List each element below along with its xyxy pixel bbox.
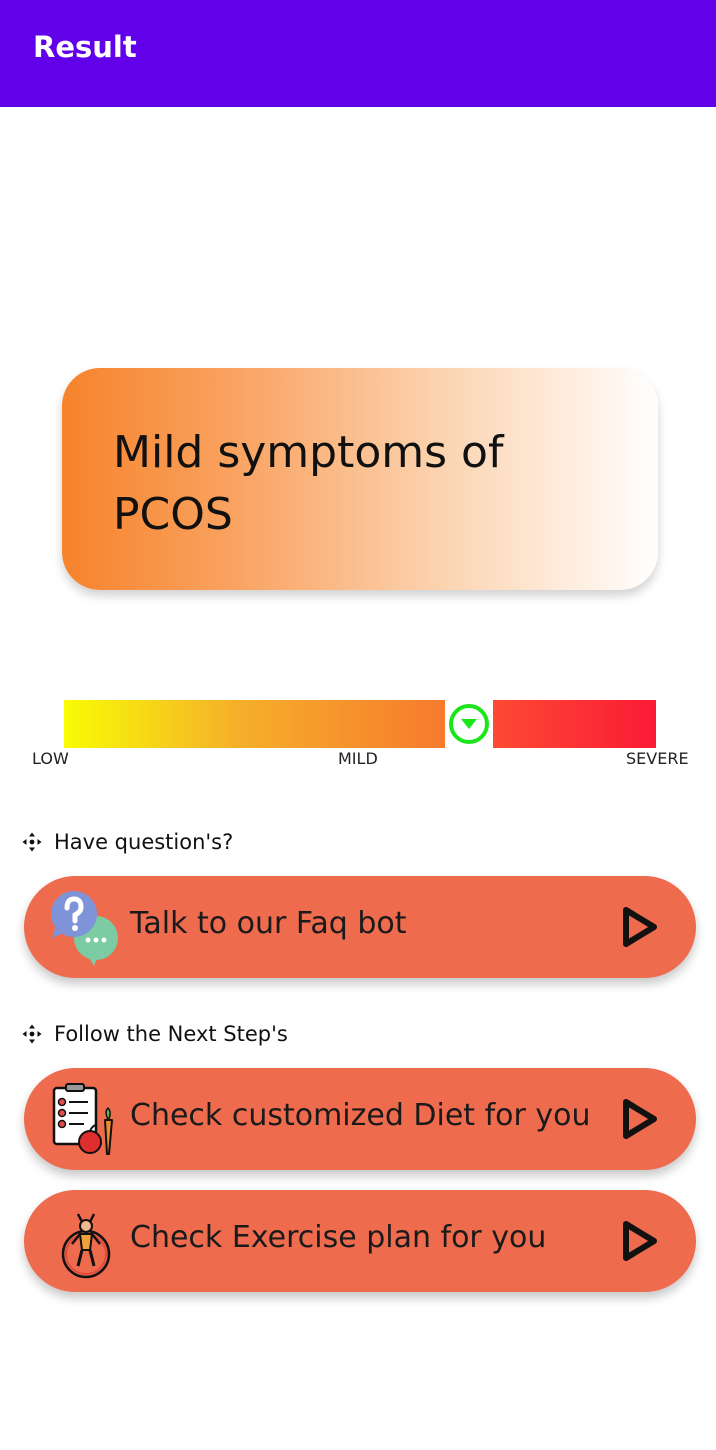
exercise-plan-label: Check Exercise plan for you	[130, 1220, 547, 1255]
move-arrows-icon	[22, 832, 42, 852]
questions-heading: Have question's?	[22, 828, 233, 856]
result-text: Mild symptoms of PCOS	[113, 427, 504, 540]
next-steps-heading-text: Follow the Next Step's	[54, 1022, 288, 1046]
faq-chat-icon	[51, 891, 118, 966]
result-card: Mild symptoms of PCOS	[62, 368, 658, 590]
diet-plan-button[interactable]: Check customized Diet for you	[24, 1068, 696, 1170]
severity-bar-low-mild	[64, 700, 445, 748]
page-title: Result	[33, 30, 137, 64]
play-icon	[623, 907, 657, 947]
app-bar: Result	[0, 0, 716, 107]
next-steps-heading: Follow the Next Step's	[22, 1020, 288, 1048]
play-icon	[623, 1099, 657, 1139]
severity-label-mild: MILD	[338, 749, 378, 768]
severity-label-low: LOW	[32, 749, 69, 768]
chevron-down-circle-icon	[449, 704, 489, 744]
result-screen: Result Mild symptoms of PCOS LOW MILD SE…	[0, 0, 716, 1450]
faq-bot-button[interactable]: Talk to our Faq bot	[24, 876, 696, 978]
exercise-plan-button[interactable]: Check Exercise plan for you	[24, 1190, 696, 1292]
move-arrows-icon	[22, 1024, 42, 1044]
severity-bar-severe	[493, 700, 656, 748]
play-icon	[623, 1221, 657, 1261]
diet-plan-icon	[52, 1083, 113, 1155]
diet-plan-label: Check customized Diet for you	[130, 1098, 591, 1133]
questions-heading-text: Have question's?	[54, 830, 234, 854]
faq-bot-label: Talk to our Faq bot	[130, 906, 407, 941]
severity-label-severe: SEVERE	[626, 749, 689, 768]
exercise-icon	[61, 1213, 111, 1279]
